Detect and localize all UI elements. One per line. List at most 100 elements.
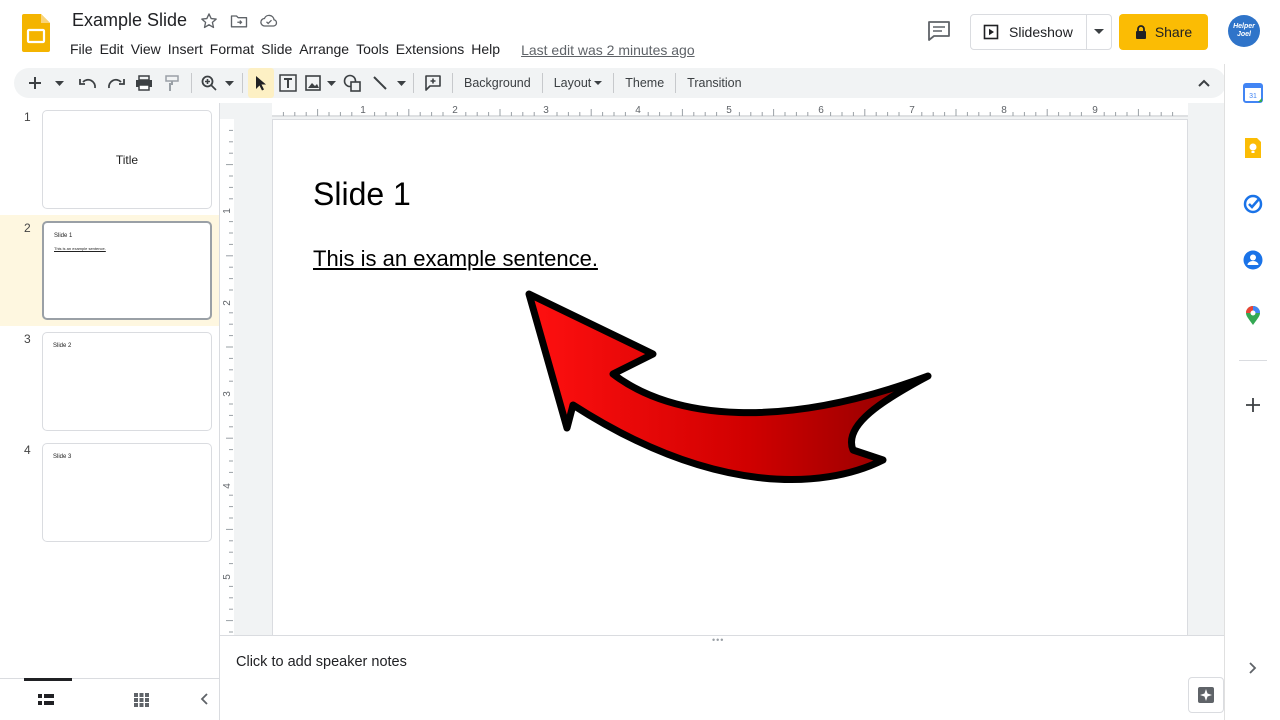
move-folder-icon[interactable] bbox=[229, 11, 249, 31]
text-box-button[interactable] bbox=[274, 68, 302, 98]
speaker-notes-placeholder[interactable]: Click to add speaker notes bbox=[236, 654, 407, 670]
menu-extensions[interactable]: Extensions bbox=[396, 39, 471, 60]
menu-insert[interactable]: Insert bbox=[168, 39, 210, 60]
menu-view[interactable]: View bbox=[131, 39, 168, 60]
collapse-toolbar-button[interactable] bbox=[1190, 68, 1218, 98]
add-comment-icon bbox=[425, 75, 441, 91]
slide-thumbnail[interactable]: Title bbox=[42, 110, 212, 209]
ruler-label: 6 bbox=[818, 105, 824, 116]
plus-icon bbox=[29, 77, 41, 89]
shape-button[interactable] bbox=[338, 68, 366, 98]
slideshow-label: Slideshow bbox=[1009, 24, 1073, 40]
menu-help[interactable]: Help bbox=[471, 39, 507, 60]
show-side-panel-icon[interactable] bbox=[1242, 657, 1264, 679]
calendar-day: 31 bbox=[1249, 93, 1257, 100]
filmstrip-slide-3[interactable]: 3 Slide 2 bbox=[0, 326, 219, 437]
speaker-notes-panel[interactable]: Click to add speaker notes bbox=[220, 643, 1224, 720]
layout-button[interactable]: Layout bbox=[548, 76, 609, 90]
slideshow-button[interactable]: Slideshow bbox=[970, 14, 1112, 50]
zoom-icon bbox=[201, 75, 217, 91]
curved-arrow-icon[interactable] bbox=[523, 290, 935, 490]
document-title[interactable]: Example Slide bbox=[72, 10, 187, 31]
slideshow-start[interactable]: Slideshow bbox=[971, 15, 1088, 49]
star-icon[interactable] bbox=[199, 11, 219, 31]
chevron-up-icon bbox=[1198, 79, 1210, 87]
explore-button[interactable] bbox=[1188, 677, 1224, 713]
shape-icon bbox=[343, 74, 361, 92]
insert-image-button[interactable] bbox=[302, 68, 324, 98]
ruler-label: 3 bbox=[222, 391, 233, 397]
share-button[interactable]: Share bbox=[1119, 14, 1208, 50]
new-slide-layout-dropdown[interactable] bbox=[52, 68, 66, 98]
tasks-icon[interactable] bbox=[1242, 193, 1264, 215]
lock-icon bbox=[1135, 25, 1146, 39]
zoom-button[interactable] bbox=[197, 68, 221, 98]
maps-icon[interactable] bbox=[1242, 305, 1264, 327]
line-dropdown[interactable] bbox=[394, 68, 408, 98]
notes-resize-handle[interactable]: ••• bbox=[220, 635, 1224, 645]
side-panel-divider bbox=[1239, 360, 1267, 361]
ruler-label: 8 bbox=[1001, 105, 1007, 116]
filmstrip-slide-1[interactable]: 1 Title bbox=[0, 104, 219, 215]
present-icon bbox=[983, 24, 999, 40]
background-button[interactable]: Background bbox=[458, 76, 537, 90]
keep-icon[interactable] bbox=[1242, 137, 1264, 159]
thumbnail-body-text: This is an example sentence. bbox=[54, 246, 106, 251]
comment-history-icon[interactable] bbox=[926, 19, 952, 43]
menu-arrange[interactable]: Arrange bbox=[299, 39, 356, 60]
slide-canvas-area: 1 2 3 4 5 6 7 8 9 1 2 3 4 5 Slide 1 This… bbox=[220, 103, 1224, 635]
thumbnail-title-text: Slide 3 bbox=[53, 454, 72, 460]
slide-title-text[interactable]: Slide 1 bbox=[313, 176, 411, 213]
contacts-graphic bbox=[1243, 250, 1263, 270]
filmstrip-view-icon[interactable] bbox=[38, 693, 54, 707]
slide-canvas[interactable]: Slide 1 This is an example sentence. bbox=[272, 119, 1188, 635]
horizontal-ruler[interactable]: 1 2 3 4 5 6 7 8 9 bbox=[272, 103, 1188, 117]
menu-tools[interactable]: Tools bbox=[356, 39, 396, 60]
undo-button[interactable] bbox=[74, 68, 102, 98]
chevron-left-icon[interactable] bbox=[200, 693, 208, 705]
add-comment-button[interactable] bbox=[419, 68, 447, 98]
ruler-label: 4 bbox=[635, 105, 641, 116]
keep-graphic bbox=[1245, 138, 1261, 158]
menu-slide[interactable]: Slide bbox=[261, 39, 299, 60]
redo-icon bbox=[108, 78, 125, 89]
layout-label: Layout bbox=[553, 76, 592, 90]
print-button[interactable] bbox=[130, 68, 158, 98]
menu-edit[interactable]: Edit bbox=[100, 39, 131, 60]
ruler-label: 1 bbox=[360, 105, 366, 116]
select-tool-button[interactable] bbox=[248, 68, 274, 98]
cursor-arrow-icon bbox=[256, 76, 266, 91]
menu-file[interactable]: File bbox=[70, 39, 100, 60]
account-avatar[interactable]: Helper Joel bbox=[1228, 15, 1260, 47]
horizontal-ruler-ticks: 1 2 3 4 5 6 7 8 9 bbox=[272, 105, 1188, 117]
image-dropdown[interactable] bbox=[324, 68, 338, 98]
thumbnail-title-text: Title bbox=[115, 152, 139, 167]
menu-format[interactable]: Format bbox=[210, 39, 261, 60]
filmstrip-slide-4[interactable]: 4 Slide 3 bbox=[0, 437, 219, 548]
slideshow-options-dropdown[interactable] bbox=[1087, 15, 1111, 49]
slide-body-text[interactable]: This is an example sentence. bbox=[313, 246, 598, 272]
paint-format-icon bbox=[165, 74, 179, 91]
zoom-dropdown[interactable] bbox=[221, 68, 237, 98]
theme-button[interactable]: Theme bbox=[619, 76, 670, 90]
line-button[interactable] bbox=[366, 68, 394, 98]
paint-format-button[interactable] bbox=[158, 68, 186, 98]
slides-logo-icon[interactable] bbox=[22, 14, 50, 52]
new-slide-button[interactable] bbox=[18, 68, 52, 98]
thumbnail-title-text: Slide 1 bbox=[54, 233, 73, 239]
last-edit-link[interactable]: Last edit was 2 minutes ago bbox=[521, 42, 695, 58]
filmstrip-slide-2[interactable]: 2 Slide 1 This is an example sentence. bbox=[0, 215, 219, 326]
toolbar-divider bbox=[452, 73, 453, 93]
redo-button[interactable] bbox=[102, 68, 130, 98]
slide-thumbnail[interactable]: Slide 1 This is an example sentence. bbox=[42, 221, 212, 320]
cloud-saved-icon[interactable] bbox=[259, 11, 279, 31]
contacts-icon[interactable] bbox=[1242, 249, 1264, 271]
slide-thumbnail[interactable]: Slide 3 bbox=[42, 443, 212, 542]
slide-thumbnail[interactable]: Slide 2 bbox=[42, 332, 212, 431]
calendar-icon[interactable]: 31 bbox=[1242, 82, 1264, 104]
add-addon-icon[interactable] bbox=[1242, 394, 1264, 416]
grid-view-icon[interactable] bbox=[134, 693, 149, 707]
transition-button[interactable]: Transition bbox=[681, 76, 747, 90]
toolbar-divider bbox=[413, 73, 414, 93]
vertical-ruler[interactable]: 1 2 3 4 5 bbox=[220, 119, 234, 635]
